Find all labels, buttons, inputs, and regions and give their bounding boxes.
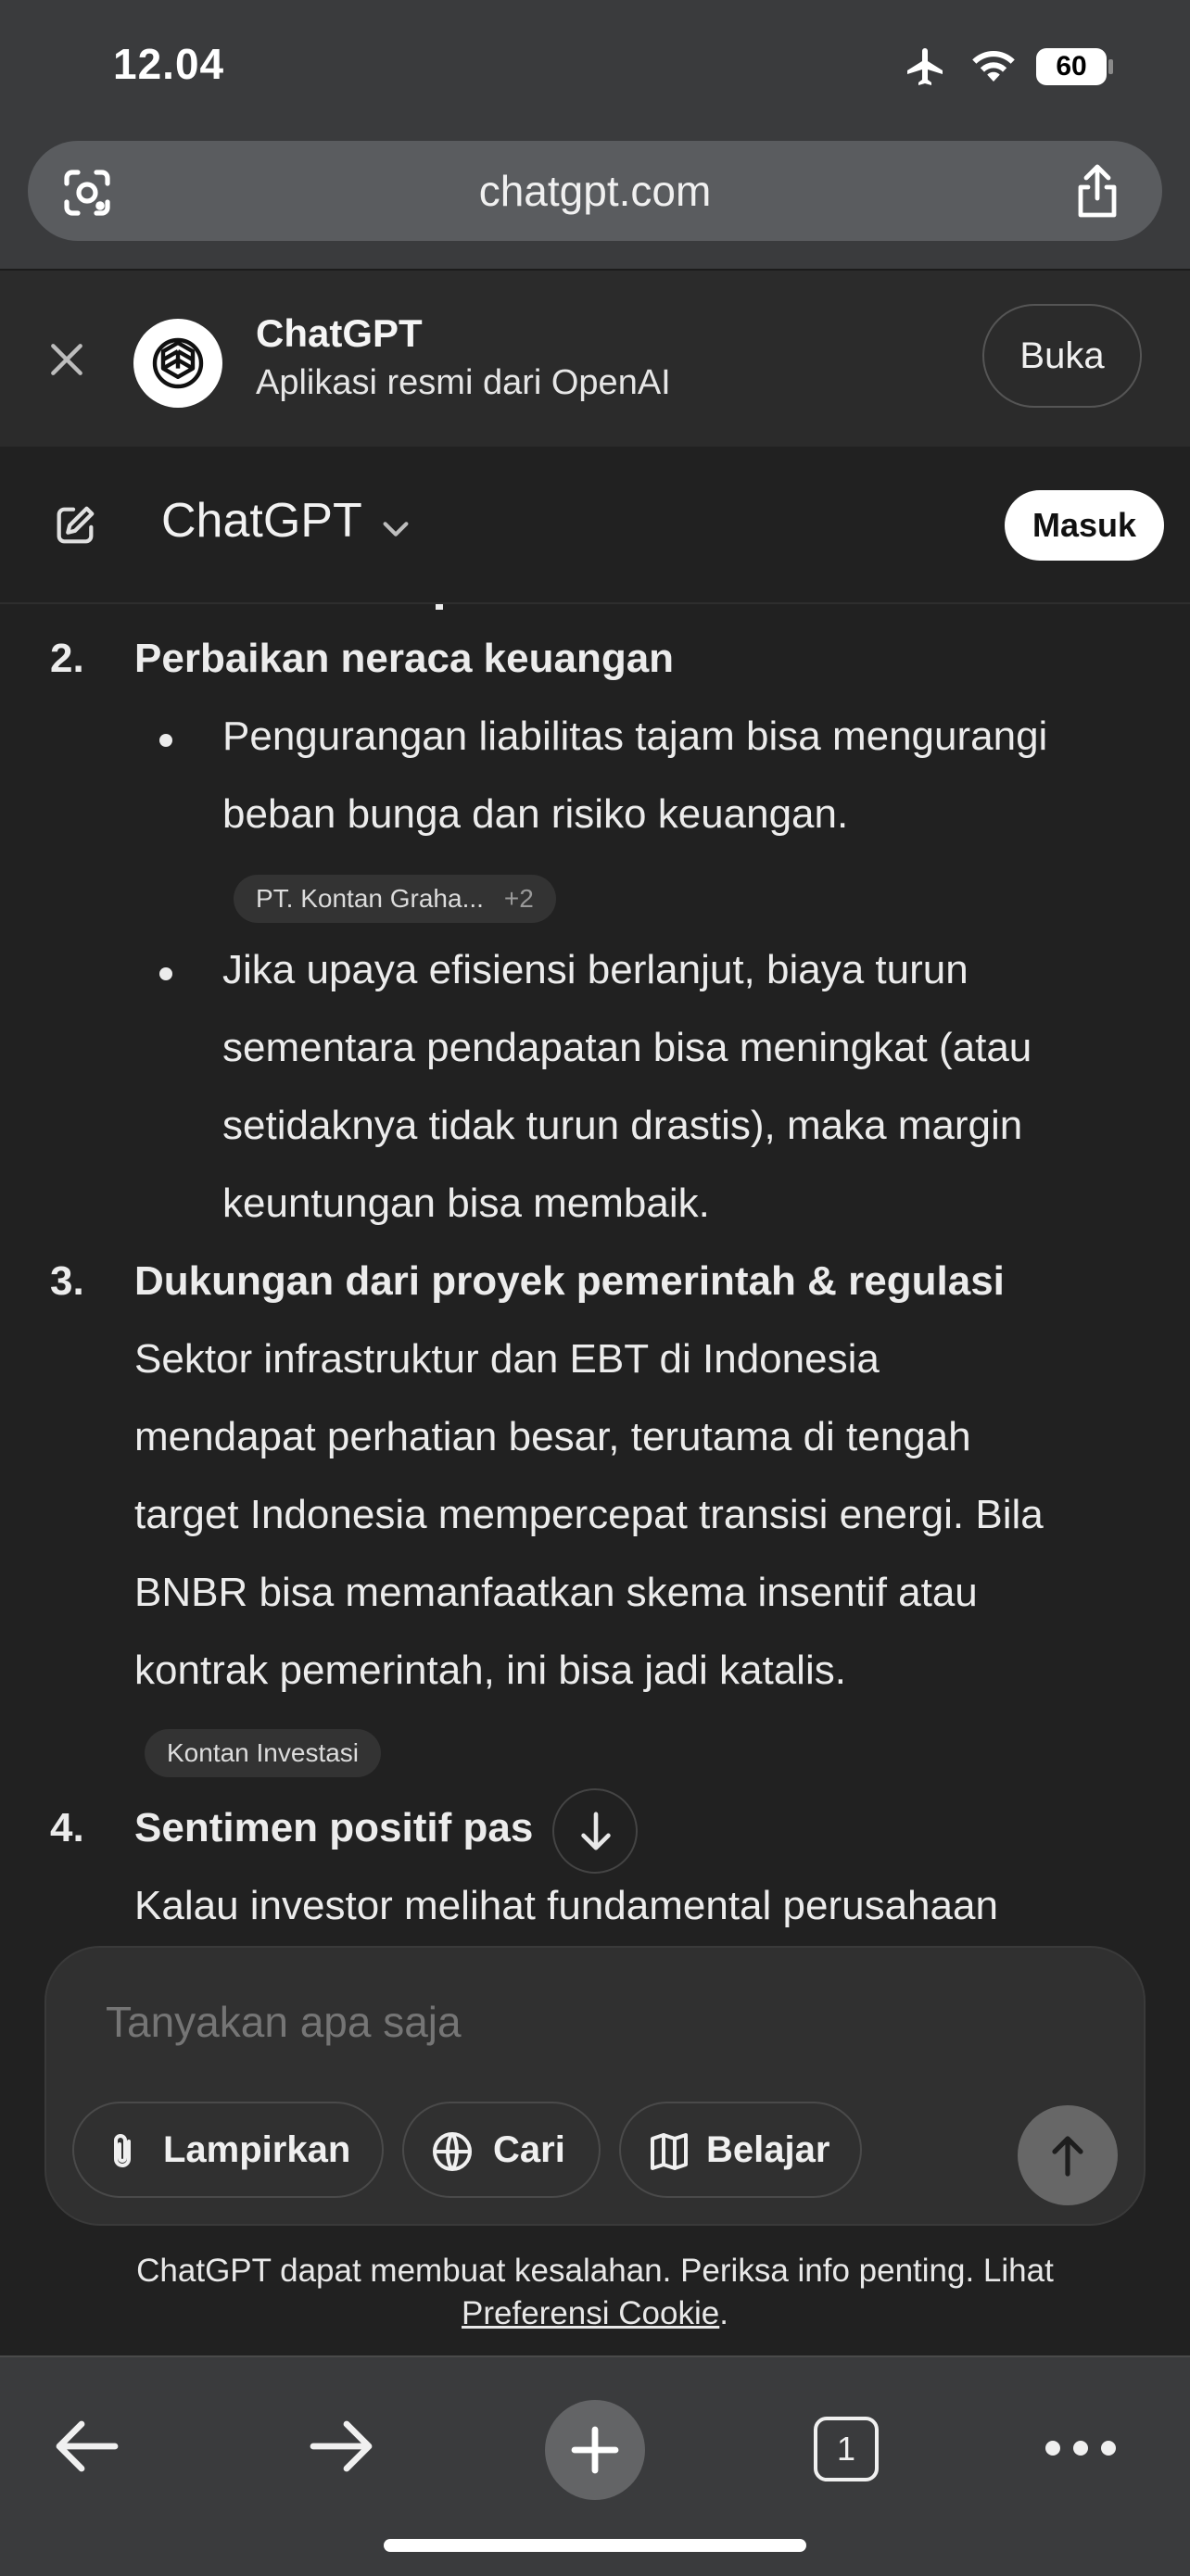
url-bar[interactable]: chatgpt.com: [28, 141, 1162, 241]
battery-icon: 60: [1036, 48, 1107, 85]
tabs-button[interactable]: 1: [814, 2417, 879, 2481]
home-indicator: [384, 2539, 806, 2552]
airplane-icon: [907, 48, 943, 85]
cookie-preferences-link[interactable]: Preferensi Cookie: [462, 2295, 719, 2331]
composer: Lampirkan Cari Belajar: [44, 1946, 1146, 2226]
chat-content: 2. Perbaikan neraca keuangan Pengurangan…: [0, 604, 1190, 1938]
app-logo: [133, 319, 222, 408]
new-tab-button[interactable]: [545, 2400, 645, 2500]
paragraph-line: Sektor infrastruktur dan EBT di Indonesi…: [134, 1336, 880, 1382]
list-item-title: Dukungan dari proyek pemerintah & regula…: [134, 1258, 1005, 1304]
clipped-text-fragment: [436, 604, 443, 610]
url-text[interactable]: chatgpt.com: [28, 141, 1162, 241]
bullet: [159, 967, 172, 980]
banner-title: ChatGPT: [256, 311, 423, 355]
attach-label: Lampirkan: [163, 2129, 351, 2170]
banner-subtitle: Aplikasi resmi dari OpenAI: [256, 363, 671, 402]
more-menu-icon[interactable]: [1045, 2441, 1116, 2456]
source-chip[interactable]: Kontan Investasi: [145, 1729, 382, 1777]
plus-icon: [571, 2426, 619, 2474]
disclaimer-suffix: .: [719, 2295, 728, 2331]
arrow-up-icon: [1052, 2136, 1083, 2177]
bullet-line: Pengurangan liabilitas tajam bisa mengur…: [222, 713, 1048, 759]
bullet: [159, 734, 172, 747]
model-selector[interactable]: ChatGPT: [161, 493, 362, 549]
study-button[interactable]: Belajar: [619, 2102, 862, 2198]
study-label: Belajar: [706, 2129, 830, 2170]
paperclip-icon: [114, 2134, 131, 2167]
attach-button[interactable]: Lampirkan: [72, 2102, 384, 2198]
disclaimer-text: ChatGPT dapat membuat kesalahan. Periksa…: [136, 2253, 1054, 2289]
source-count: +2: [503, 884, 534, 913]
search-button[interactable]: Cari: [402, 2102, 601, 2198]
bullet-line: Jika upaya efisiensi berlanjut, biaya tu…: [222, 947, 968, 992]
browser-top-bar: 12.04 60 chatgpt.com: [0, 0, 1190, 269]
share-icon[interactable]: [1070, 161, 1125, 221]
paragraph-line: kontrak pemerintah, ini bisa jadi katali…: [134, 1648, 846, 1693]
open-app-button[interactable]: Buka: [982, 304, 1142, 408]
scroll-to-bottom-button[interactable]: [552, 1788, 638, 1874]
paragraph-line: mendapat perhatian besar, terutama di te…: [134, 1414, 971, 1459]
forward-arrow-icon[interactable]: [306, 2417, 376, 2476]
paragraph-line: target Indonesia mempercepat transisi en…: [134, 1492, 1044, 1537]
arrow-down-icon: [581, 1812, 611, 1850]
new-chat-icon[interactable]: [52, 502, 98, 549]
paragraph-line: Kalau investor melihat fundamental perus…: [134, 1883, 998, 1928]
list-item-title: Sentimen positif pas: [134, 1805, 534, 1850]
battery-tip: [1108, 59, 1113, 74]
disclaimer: ChatGPT dapat membuat kesalahan. Periksa…: [0, 2250, 1190, 2335]
list-number: 4.: [50, 1805, 84, 1850]
bullet-line: beban bunga dan risiko keuangan.: [222, 791, 849, 837]
list-item-title: Perbaikan neraca keuangan: [134, 636, 675, 681]
search-label: Cari: [493, 2129, 565, 2170]
app-install-banner: ChatGPT Aplikasi resmi dari OpenAI Buka: [0, 269, 1190, 448]
tab-count: 1: [836, 2430, 856, 2468]
openai-logo-icon: [152, 337, 204, 389]
status-time: 12.04: [113, 40, 225, 88]
login-button[interactable]: Masuk: [1005, 490, 1164, 561]
send-button[interactable]: [1018, 2105, 1118, 2205]
list-number: 3.: [50, 1258, 84, 1304]
list-number: 2.: [50, 636, 84, 681]
battery-level: 60: [1056, 51, 1087, 82]
bullet-line: keuntungan bisa membaik.: [222, 1181, 710, 1226]
bullet-line: sementara pendapatan bisa meningkat (ata…: [222, 1025, 1032, 1070]
book-icon: [651, 2133, 688, 2170]
paragraph-line: BNBR bisa memanfaatkan skema insentif at…: [134, 1570, 978, 1615]
prompt-input[interactable]: [104, 1996, 942, 2048]
chevron-down-icon[interactable]: [378, 511, 413, 547]
chat-header: ChatGPT Masuk: [0, 447, 1190, 604]
bullet-line: setidaknya tidak turun drastis), maka ma…: [222, 1103, 1023, 1148]
wifi-icon: [972, 51, 1015, 82]
source-label: Kontan Investasi: [167, 1738, 360, 1767]
source-label: PT. Kontan Graha...: [256, 884, 484, 913]
close-icon[interactable]: [46, 339, 87, 380]
back-arrow-icon[interactable]: [52, 2417, 122, 2476]
source-chip[interactable]: PT. Kontan Graha... +2: [234, 875, 556, 923]
globe-icon: [433, 2132, 472, 2171]
